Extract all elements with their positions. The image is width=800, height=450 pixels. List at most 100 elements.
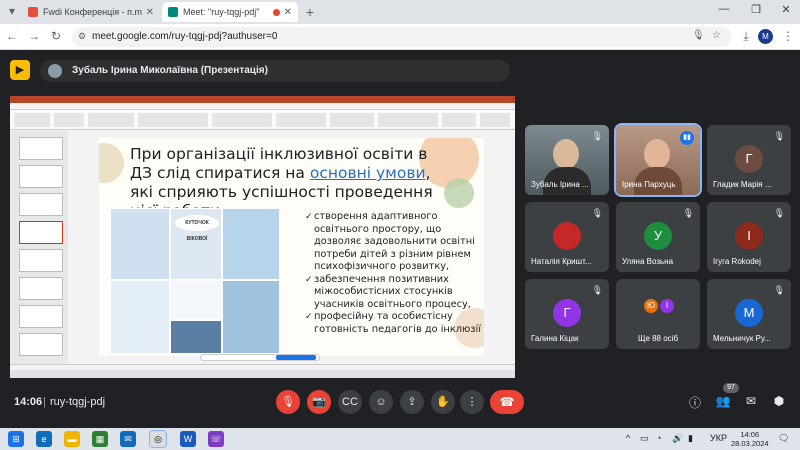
tab-search-icon[interactable]: ▾ (4, 4, 20, 18)
shared-screen: При організації інклюзивної освіти в ДЗ … (10, 96, 515, 378)
avatar: Г (553, 299, 581, 327)
forward-icon[interactable]: → (26, 29, 42, 43)
mic-off-icon: 🎙 (591, 131, 603, 141)
language-indicator[interactable]: УКР (710, 433, 727, 443)
site-info-icon[interactable]: ⚙ (78, 31, 86, 42)
meeting-code: ruy-tqgj-pdj (50, 396, 106, 408)
leave-call-button[interactable]: ☎ (490, 390, 524, 414)
slide-thumbnail-selected[interactable] (19, 221, 63, 244)
mic-off-icon: 🎙 (773, 208, 785, 218)
participant-tile[interactable]: 🎙 М Мельничук Ру... (707, 279, 791, 349)
close-tab-icon[interactable]: ✕ (146, 7, 154, 18)
mic-off-icon: 🎙 (591, 208, 603, 218)
slide-thumbnail[interactable] (19, 277, 63, 300)
close-window-icon[interactable]: ✕ (774, 3, 798, 16)
restore-icon[interactable]: ❐ (744, 3, 768, 16)
participant-tile[interactable]: 🎙 Наталія Кришт... (525, 202, 609, 272)
avatar: І (660, 299, 674, 313)
participant-tile[interactable]: 🎙 Г Галина Кіцак (525, 279, 609, 349)
meeting-time: 14:06 (14, 396, 43, 408)
leaf-decoration (444, 178, 474, 208)
chrome-icon[interactable]: ◎ (149, 430, 167, 448)
notifications-icon[interactable]: 🗨 (778, 433, 789, 444)
participant-tile[interactable]: 🎙 Зубаль Ірина ... (525, 125, 609, 195)
activities-icon[interactable]: ⬢ (770, 394, 788, 408)
bookmark-star-icon[interactable]: ☆ (712, 30, 721, 41)
separator: | (43, 396, 46, 408)
download-icon[interactable]: ⤓ (738, 29, 754, 44)
tab-meet[interactable]: Meet: "ruy-tqgj-pdj" ✕ (162, 2, 298, 22)
microphone-off-button[interactable]: 🎙 (276, 390, 300, 414)
slide-thumbnail[interactable] (19, 193, 63, 216)
taskbar-clock[interactable]: 14:06 28.03.2024 (731, 430, 769, 448)
slide-thumbnail[interactable] (19, 333, 63, 356)
participant-tile-speaking[interactable]: ▮▮ Ірина Пархуць (614, 123, 702, 197)
start-menu-icon[interactable]: ⊞ (8, 431, 24, 447)
profile-avatar[interactable]: M (758, 29, 773, 44)
avatar: М (735, 299, 763, 327)
participant-count-badge: 97 (723, 383, 739, 393)
slide-thumbnail[interactable] (19, 305, 63, 328)
recording-dot-icon (272, 8, 280, 16)
windows-taskbar: ⊞ e ▬ ▦ ✉ ◎ W ☏ ^ ▭ ◔ 🔊 ▮ УКР 14:06 28.0… (0, 428, 800, 450)
slide-thumbnail[interactable] (19, 249, 63, 272)
bullet-item: створення адаптивного освітнього простор… (305, 211, 481, 274)
wifi-icon[interactable]: ◔ (656, 433, 661, 443)
raise-hand-button[interactable]: ✋ (431, 390, 455, 414)
edge-icon[interactable]: e (36, 431, 52, 447)
mic-icon[interactable]: 🎙 (692, 30, 705, 41)
stop-sharing-button[interactable] (276, 355, 316, 360)
network-icon[interactable]: ▭ (640, 433, 649, 444)
close-tab-icon[interactable]: ✕ (284, 7, 292, 18)
meeting-info-icon[interactable]: ⓘ (686, 394, 704, 411)
tray-chevron-icon[interactable]: ^ (626, 433, 630, 443)
captions-button[interactable]: CC (338, 390, 362, 414)
url-text: meet.google.com/ruy-tqgj-pdj?authuser=0 (92, 31, 278, 42)
more-options-button[interactable]: ⋮ (460, 390, 484, 414)
tab-conference[interactable]: Fwdi Конференція - п.melnych ✕ (22, 2, 160, 22)
mail-icon[interactable]: ✉ (120, 431, 136, 447)
word-icon[interactable]: W (180, 431, 196, 447)
slide-thumbnail[interactable] (19, 165, 63, 188)
avatar: У (644, 222, 672, 250)
back-icon[interactable]: ← (4, 29, 20, 43)
mic-off-icon: 🎙 (773, 285, 785, 295)
presenter-title: Зубаль Ірина Миколаївна (Презентація) (72, 65, 268, 76)
camera-off-button[interactable]: 📷 (307, 390, 331, 414)
slide-photo: КУТОЧОК ВІКОВОЇ (110, 208, 280, 354)
new-tab-icon[interactable]: + (302, 4, 318, 20)
minimize-icon[interactable]: — (712, 3, 736, 15)
participant-tile[interactable]: 🎙 У Уляна Возьна (616, 202, 700, 272)
presenter-avatar (48, 64, 62, 78)
avatar: Г (735, 145, 763, 173)
slide-bullets: створення адаптивного освітнього простор… (305, 211, 481, 336)
avatar: І (735, 222, 763, 250)
slide-canvas: При організації інклюзивної освіти в ДЗ … (99, 138, 484, 356)
remote-taskbar (10, 370, 515, 378)
powerpoint-titlebar (10, 96, 515, 103)
more-participants-tile[interactable]: Ю І Ще 88 осіб (616, 279, 700, 349)
bullet-item: професійну та особистісну готовність пед… (305, 311, 481, 336)
speaking-indicator-icon: ▮▮ (680, 131, 694, 145)
file-explorer-icon[interactable]: ▬ (64, 431, 80, 447)
avatar: Ю (644, 299, 658, 313)
chat-icon[interactable]: ✉ (742, 394, 760, 408)
people-icon[interactable]: 👥 (714, 394, 732, 408)
presentation-icon[interactable]: ▶ (10, 60, 30, 80)
menu-kebab-icon[interactable]: ⋮ (780, 29, 796, 43)
store-icon[interactable]: ▦ (92, 431, 108, 447)
participant-tile[interactable]: 🎙 Г Гладик Марія ... (707, 125, 791, 195)
powerpoint-ribbon (10, 110, 515, 130)
battery-icon[interactable]: ▮ (688, 433, 693, 444)
viber-icon[interactable]: ☏ (208, 431, 224, 447)
present-button[interactable]: ⇪ (400, 390, 424, 414)
navigation-bar: ← → ↻ ⚙ meet.google.com/ruy-tqgj-pdj?aut… (0, 24, 800, 50)
mic-off-icon: 🎙 (773, 131, 785, 141)
reload-icon[interactable]: ↻ (48, 29, 64, 43)
emoji-button[interactable]: ☺ (369, 390, 393, 414)
volume-icon[interactable]: 🔊 (672, 433, 683, 444)
mic-off-icon: 🎙 (682, 208, 694, 218)
participant-tile[interactable]: 🎙 І Ігуга Rokodej (707, 202, 791, 272)
address-bar[interactable]: ⚙ meet.google.com/ruy-tqgj-pdj?authuser=… (72, 27, 732, 47)
slide-thumbnail[interactable] (19, 137, 63, 160)
